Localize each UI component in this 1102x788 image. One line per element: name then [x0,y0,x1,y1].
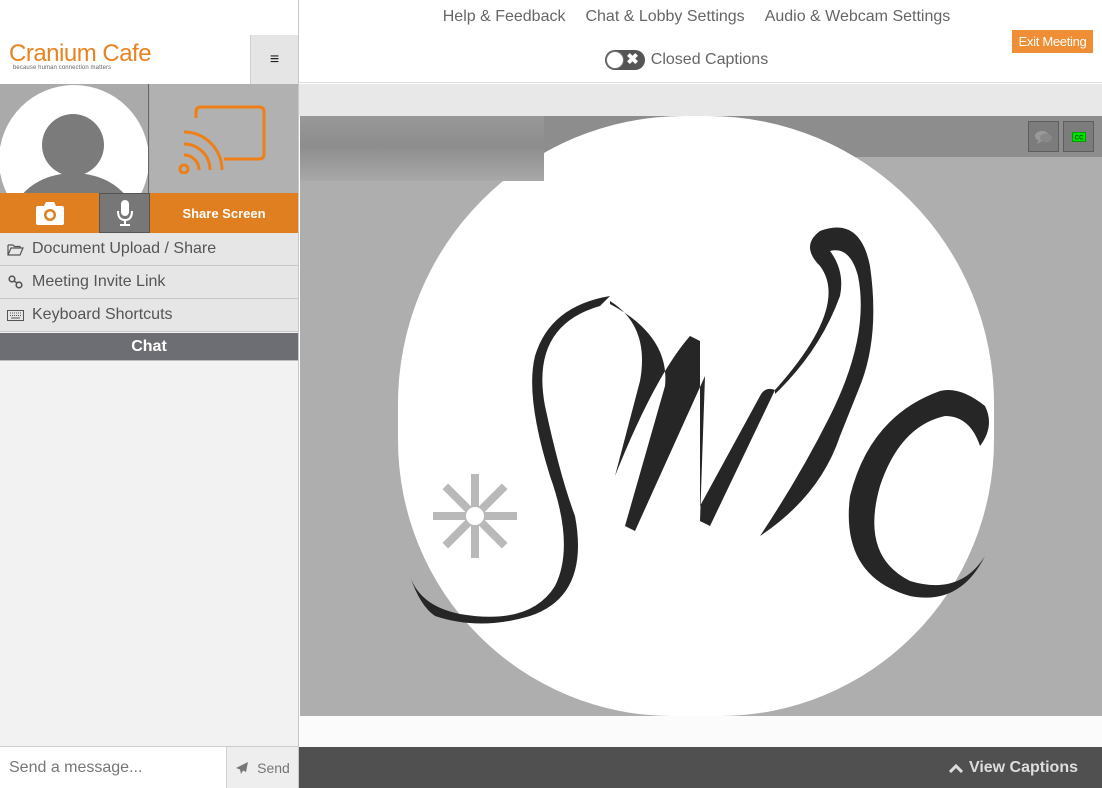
sidebar: Cranium Cafe because human connection ma… [0,0,299,788]
video-overlay-strip [300,116,544,181]
brand-header: Cranium Cafe because human connection ma… [0,0,298,84]
camera-icon [35,202,64,225]
menu-button[interactable]: ≡ [250,35,298,84]
media-controls: Share Screen [0,193,298,233]
exit-meeting-button[interactable]: Exit Meeting [1012,30,1093,53]
send-label: Send [257,759,290,776]
meeting-stage: CC [299,84,1102,747]
closed-captions-toggle[interactable]: ✖ [604,50,645,70]
chat-bubbles-icon [1034,130,1052,144]
microphone-icon [116,200,133,226]
send-button[interactable]: Send [226,747,298,788]
sidebar-item-keyboard-shortcuts[interactable]: Keyboard Shortcuts [0,299,298,332]
participant-video: CC [300,116,1102,716]
paper-plane-icon [236,761,249,774]
share-screen-label: Share Screen [182,205,266,221]
chat-message-input[interactable] [0,747,226,788]
meeting-app: Cranium Cafe because human connection ma… [0,0,1102,788]
captions-bar: View Captions [299,747,1102,788]
sidebar-item-meeting-invite-link[interactable]: Meeting Invite Link [0,266,298,299]
top-navigation: Help & Feedback Chat & Lobby Settings Au… [299,0,1102,83]
cast-screen-icon [178,105,266,174]
nav-links: Help & Feedback Chat & Lobby Settings Au… [299,8,1102,26]
view-captions-button[interactable]: View Captions [948,747,1078,788]
video-chat-button[interactable] [1028,121,1059,152]
video-closed-captions-button[interactable]: CC [1063,121,1094,152]
link-icon [6,275,24,289]
chevron-up-icon [948,763,963,773]
closed-captions-label: Closed Captions [650,51,769,68]
svg-text:CC: CC [1074,135,1083,141]
close-icon: ✖ [626,51,639,68]
sidebar-item-document-upload[interactable]: Document Upload / Share [0,233,298,266]
logo-title: Cranium Cafe [9,40,152,67]
nav-link-chat-lobby-settings[interactable]: Chat & Lobby Settings [585,8,744,26]
microphone-toggle-button[interactable] [99,193,150,233]
chat-header: Chat [0,333,298,361]
view-captions-label: View Captions [968,758,1078,776]
stage-top-strip [299,84,1102,116]
sidebar-item-label: Keyboard Shortcuts [32,306,173,323]
hamburger-icon: ≡ [269,50,280,68]
sidebar-item-label: Document Upload / Share [32,240,217,257]
nav-link-audio-webcam-settings[interactable]: Audio & Webcam Settings [765,8,951,26]
cranium-cafe-logo: Cranium Cafe because human connection ma… [9,40,152,72]
folder-open-icon [6,242,24,256]
share-screen-preview[interactable] [150,84,298,193]
share-screen-button[interactable]: Share Screen [150,193,298,233]
toggle-knob [605,51,624,69]
closed-captions-icon: CC [1071,131,1086,142]
keyboard-icon [6,308,24,322]
chat-compose: Send [0,746,298,788]
swc-logo [410,227,989,624]
snowflake-emblem-icon [433,474,517,558]
nav-link-help-feedback[interactable]: Help & Feedback [443,8,566,26]
sidebar-item-label: Meeting Invite Link [32,273,166,290]
avatar-head [42,114,104,176]
media-panel: Share Screen [0,84,298,233]
camera-toggle-button[interactable] [0,193,99,233]
video-buttons: CC [1028,121,1094,152]
closed-captions-row: ✖ Closed Captions [299,50,1102,70]
chat-messages [0,361,298,746]
